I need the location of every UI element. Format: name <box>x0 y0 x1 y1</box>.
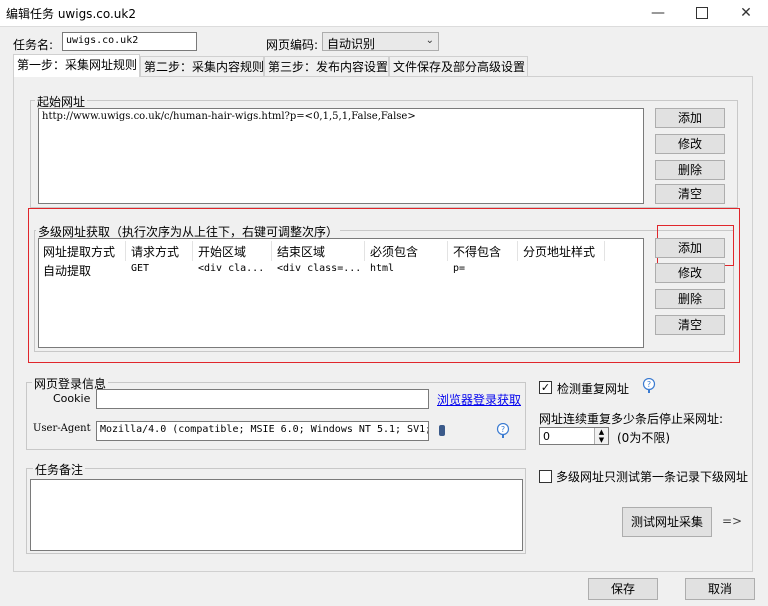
column-separator <box>364 241 365 261</box>
arrow-text: => <box>722 514 743 528</box>
cancel-button[interactable]: 取消 <box>685 578 755 600</box>
table-cell[interactable]: p= <box>453 263 465 274</box>
cookie-input[interactable] <box>96 389 429 409</box>
table-cell[interactable]: <div class=... <box>277 263 361 274</box>
spinner-arrows-icon[interactable]: ▲ ▼ <box>594 428 608 444</box>
column-separator <box>517 241 518 261</box>
encoding-select[interactable]: 自动识别 ⌄ <box>322 32 439 51</box>
table-cell[interactable]: <div cla... <box>198 263 264 274</box>
start-url-clear-button[interactable]: 清空 <box>655 184 725 204</box>
minimize-icon[interactable]: — <box>636 0 680 26</box>
cookie-label: Cookie <box>53 392 91 405</box>
multi-level-add-button[interactable]: 添加 <box>655 238 725 258</box>
test-url-button[interactable]: 测试网址采集 <box>622 507 712 537</box>
column-header[interactable]: 不得包含 <box>453 243 501 260</box>
encoding-value: 自动识别 <box>327 37 376 51</box>
column-header[interactable]: 请求方式 <box>131 243 179 260</box>
title-bar: 编辑任务 uwigs.co.uk2 — ✕ <box>0 0 768 27</box>
task-name-label: 任务名: <box>13 38 54 52</box>
tab-step2[interactable]: 第二步：采集内容规则 <box>140 56 264 76</box>
test-first-label: 多级网址只测试第一条记录下级网址 <box>556 470 749 484</box>
column-header[interactable]: 开始区域 <box>198 243 246 260</box>
multi-level-edit-button[interactable]: 修改 <box>655 263 725 283</box>
start-url-entry: http://www.uwigs.co.uk/c/human-hair-wigs… <box>42 111 416 122</box>
dropdown-marker-icon[interactable] <box>439 425 445 436</box>
column-header[interactable]: 结束区域 <box>277 243 325 260</box>
column-separator <box>447 241 448 261</box>
start-url-edit-button[interactable]: 修改 <box>655 134 725 154</box>
tab-advanced[interactable]: 文件保存及部分高级设置 <box>389 56 528 76</box>
column-separator <box>271 241 272 261</box>
svg-text:?: ? <box>501 425 505 434</box>
check-duplicate-checkbox[interactable]: ✓ <box>539 381 552 394</box>
column-separator <box>125 241 126 261</box>
window-title: 编辑任务 uwigs.co.uk2 <box>6 7 136 21</box>
column-header[interactable]: 网址提取方式 <box>43 243 115 260</box>
useragent-input[interactable]: Mozilla/4.0 (compatible; MSIE 6.0; Windo… <box>96 421 429 441</box>
table-cell[interactable]: html <box>370 263 394 274</box>
column-separator <box>604 241 605 261</box>
svg-text:?: ? <box>647 380 651 389</box>
column-header[interactable]: 分页地址样式 <box>523 243 595 260</box>
notes-textarea[interactable] <box>30 479 523 551</box>
tab-step1[interactable]: 第一步：采集网址规则 <box>13 54 140 77</box>
stop-after-label: 网址连续重复多少条后停止采网址: <box>539 412 724 426</box>
column-separator <box>192 241 193 261</box>
stop-after-value: 0 <box>543 430 550 443</box>
help-icon[interactable]: ? <box>642 377 656 394</box>
start-url-delete-button[interactable]: 删除 <box>655 160 725 180</box>
tab-step3[interactable]: 第三步：发布内容设置 <box>264 56 389 76</box>
table-cell[interactable]: GET <box>131 263 149 274</box>
close-icon[interactable]: ✕ <box>724 0 768 26</box>
table-cell[interactable]: 自动提取 <box>43 262 91 279</box>
maximize-icon[interactable] <box>680 0 724 26</box>
multi-level-table[interactable]: 网址提取方式 请求方式 开始区域 结束区域 必须包含 不得包含 分页地址样式 自… <box>38 238 644 348</box>
useragent-label: User-Agent <box>33 423 91 434</box>
check-duplicate-label: 检测重复网址 <box>557 382 630 396</box>
help-icon[interactable]: ? <box>496 422 510 439</box>
test-first-checkbox[interactable] <box>539 470 552 483</box>
multi-level-delete-button[interactable]: 删除 <box>655 289 725 309</box>
stop-after-hint: (0为不限) <box>617 431 670 445</box>
save-button[interactable]: 保存 <box>588 578 658 600</box>
multi-level-clear-button[interactable]: 清空 <box>655 315 725 335</box>
encoding-label: 网页编码: <box>266 38 319 52</box>
task-name-input[interactable]: uwigs.co.uk2 <box>62 32 197 51</box>
stop-after-stepper[interactable]: 0 ▲ ▼ <box>539 427 609 445</box>
column-header[interactable]: 必须包含 <box>370 243 418 260</box>
chevron-down-icon: ⌄ <box>425 35 434 46</box>
notes-label: 任务备注 <box>33 461 86 478</box>
browser-login-link[interactable]: 浏览器登录获取 <box>437 391 521 408</box>
start-url-add-button[interactable]: 添加 <box>655 108 725 128</box>
start-urls-textarea[interactable]: http://www.uwigs.co.uk/c/human-hair-wigs… <box>38 108 644 204</box>
